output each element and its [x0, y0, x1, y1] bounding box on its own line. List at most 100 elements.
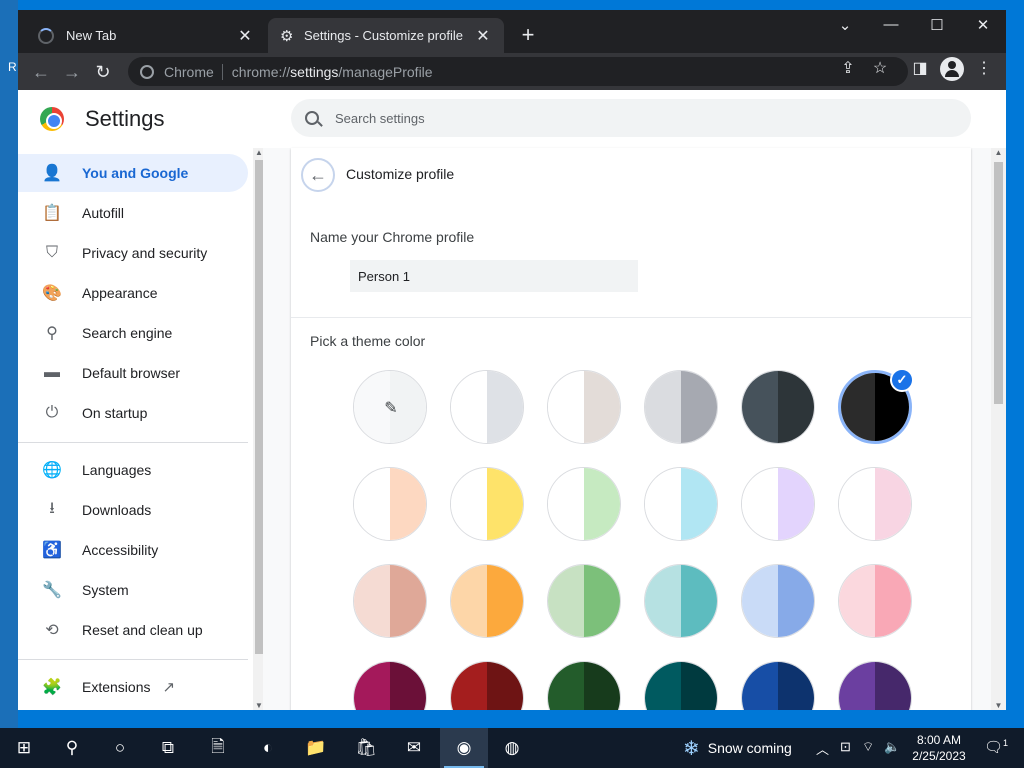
- profile-name-input[interactable]: [350, 260, 638, 292]
- more-menu-icon[interactable]: ⋮: [972, 57, 996, 81]
- sidebar-item-reset[interactable]: ⟲ Reset and clean up: [18, 611, 248, 649]
- sidebar-item-system[interactable]: 🔧 System: [18, 571, 248, 609]
- scrollbar-thumb[interactable]: [255, 160, 263, 654]
- forward-arrow-icon[interactable]: →: [61, 61, 83, 83]
- theme-color-swatch[interactable]: [547, 370, 621, 444]
- new-tab-button[interactable]: +: [516, 24, 540, 48]
- profile-avatar-icon[interactable]: [940, 57, 964, 81]
- checkmark-icon: ✓: [890, 368, 914, 392]
- sidebar-item-privacy[interactable]: ⛉ Privacy and security: [18, 234, 248, 272]
- search-icon[interactable]: ⚲: [48, 728, 96, 768]
- notification-center-icon[interactable]: 🗨1: [984, 738, 1008, 756]
- theme-color-swatch[interactable]: [741, 564, 815, 638]
- theme-color-swatch[interactable]: [547, 661, 621, 710]
- theme-color-swatch[interactable]: [450, 564, 524, 638]
- cortana-icon[interactable]: ○: [96, 728, 144, 768]
- chrome-window: New Tab ✕ ⚙ Settings - Customize profile…: [18, 10, 1006, 710]
- sidebar-item-downloads[interactable]: ⭳ Downloads: [18, 491, 248, 529]
- search-icon: [305, 111, 319, 125]
- close-window-button[interactable]: ✕: [968, 16, 998, 34]
- swatch-left-half: [354, 565, 390, 637]
- scrollbar-thumb[interactable]: [994, 162, 1003, 404]
- edge-icon[interactable]: ◐: [244, 728, 292, 768]
- maximize-button[interactable]: ☐: [922, 16, 952, 34]
- theme-color-swatch[interactable]: [353, 661, 427, 710]
- scroll-up-arrow-icon[interactable]: ▲: [991, 148, 1006, 157]
- weather-widget[interactable]: ❄ Snow coming: [683, 728, 792, 768]
- theme-color-swatch[interactable]: [547, 564, 621, 638]
- sidebar-item-extensions[interactable]: 🧩 Extensions ↗: [18, 668, 248, 706]
- theme-color-swatch[interactable]: [450, 661, 524, 710]
- sidebar-item-autofill[interactable]: 📋 Autofill: [18, 194, 248, 232]
- theme-color-swatch[interactable]: [741, 467, 815, 541]
- chevron-up-icon[interactable]: ︿: [816, 739, 829, 758]
- settings-search[interactable]: [291, 99, 971, 137]
- side-panel-icon[interactable]: ◨: [908, 57, 932, 81]
- back-button[interactable]: ←: [301, 158, 335, 192]
- swatch-right-half: [778, 662, 814, 710]
- sidebar-item-label: Privacy and security: [82, 245, 208, 261]
- network-icon[interactable]: ⊡: [840, 739, 851, 755]
- chrome-logo-icon: [40, 107, 64, 131]
- tab-close-icon[interactable]: ✕: [236, 26, 254, 46]
- back-arrow-icon[interactable]: ←: [30, 61, 52, 83]
- sidebar-item-label: Extensions: [82, 679, 151, 695]
- system-clock[interactable]: 8:00 AM 2/25/2023: [904, 732, 974, 764]
- notepad-icon[interactable]: 🗎: [194, 728, 242, 768]
- sidebar-item-you-and-google[interactable]: 👤 You and Google: [18, 154, 248, 192]
- theme-color-swatch[interactable]: [644, 564, 718, 638]
- theme-color-swatch[interactable]: [450, 467, 524, 541]
- theme-color-swatch[interactable]: [644, 661, 718, 710]
- custom-color-swatch[interactable]: ✎: [353, 370, 427, 444]
- file-explorer-icon[interactable]: 📁: [292, 728, 340, 768]
- swatch-left-half: [548, 662, 584, 710]
- store-icon[interactable]: 🛍: [342, 728, 390, 768]
- swatch-left-half: [839, 565, 875, 637]
- theme-color-label: Pick a theme color: [310, 333, 426, 349]
- theme-color-swatch[interactable]: [838, 467, 912, 541]
- address-bar[interactable]: Chrome chrome://settings/manageProfile: [128, 57, 908, 86]
- windows-start-icon[interactable]: ⊞: [0, 728, 48, 768]
- scroll-down-arrow-icon[interactable]: ▼: [991, 701, 1006, 710]
- tab-search-icon[interactable]: ⌄: [830, 16, 860, 34]
- chrome-taskbar-icon[interactable]: ◉: [440, 728, 488, 768]
- sidebar-item-default-browser[interactable]: ▬ Default browser: [18, 354, 248, 392]
- firefox-icon[interactable]: ◍: [488, 728, 536, 768]
- share-icon[interactable]: ⇪: [836, 57, 860, 81]
- main-scrollbar[interactable]: ▲ ▼: [991, 148, 1006, 710]
- settings-sidebar: 👤 You and Google 📋 Autofill ⛉ Privacy an…: [18, 148, 265, 710]
- theme-color-swatch[interactable]: [838, 661, 912, 710]
- sidebar-item-label: Downloads: [82, 502, 152, 518]
- sidebar-item-label: Default browser: [82, 365, 181, 381]
- theme-color-swatch[interactable]: [353, 467, 427, 541]
- bookmark-star-icon[interactable]: ☆: [868, 57, 892, 81]
- tab-settings[interactable]: ⚙ Settings - Customize profile ✕: [268, 18, 504, 53]
- sidebar-item-label: System: [82, 582, 129, 598]
- sidebar-item-search-engine[interactable]: ⚲ Search engine: [18, 314, 248, 352]
- theme-color-swatch[interactable]: [838, 564, 912, 638]
- sidebar-item-appearance[interactable]: 🎨 Appearance: [18, 274, 248, 312]
- volume-muted-icon[interactable]: 🔈: [884, 739, 900, 755]
- sidebar-item-languages[interactable]: 🌐 Languages: [18, 451, 248, 489]
- theme-color-swatch[interactable]: [644, 370, 718, 444]
- globe-icon: 🌐: [42, 462, 62, 479]
- mail-icon[interactable]: ✉: [390, 728, 438, 768]
- swatch-left-half: [645, 371, 681, 443]
- theme-color-swatch[interactable]: [741, 370, 815, 444]
- minimize-button[interactable]: —: [876, 16, 906, 33]
- task-view-icon[interactable]: ⧉: [144, 728, 192, 768]
- theme-color-swatch[interactable]: [547, 467, 621, 541]
- sidebar-item-accessibility[interactable]: ♿ Accessibility: [18, 531, 248, 569]
- theme-color-swatch[interactable]: [741, 661, 815, 710]
- search-input[interactable]: [335, 110, 935, 126]
- sidebar-item-on-startup[interactable]: ⏻ On startup: [18, 394, 248, 432]
- reload-icon[interactable]: ↻: [92, 61, 114, 83]
- tab-new-tab[interactable]: New Tab ✕: [26, 18, 266, 53]
- wifi-icon[interactable]: ⌔: [862, 739, 874, 755]
- theme-color-swatch[interactable]: [450, 370, 524, 444]
- tab-close-icon[interactable]: ✕: [474, 26, 492, 46]
- sidebar-item-label: Reset and clean up: [82, 622, 203, 638]
- theme-color-swatch[interactable]: [644, 467, 718, 541]
- theme-color-swatch[interactable]: [353, 564, 427, 638]
- settings-main: ← Customize profile Name your Chrome pro…: [263, 148, 1006, 710]
